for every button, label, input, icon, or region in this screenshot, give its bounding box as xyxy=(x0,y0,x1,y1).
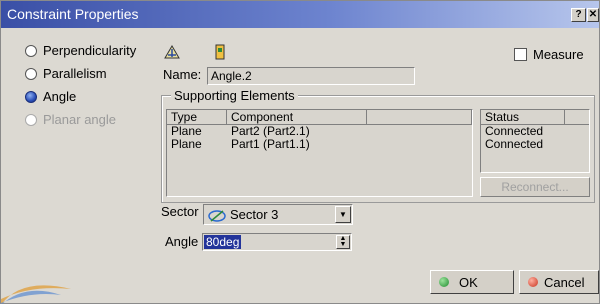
angle-value[interactable]: 80deg xyxy=(204,235,242,249)
title-bar[interactable]: Constraint Properties ? ✕ xyxy=(1,1,599,28)
constraint-axis-icon[interactable] xyxy=(163,43,181,61)
list-header: Type Component xyxy=(167,110,472,125)
status-list[interactable]: Status Connected Connected xyxy=(480,109,590,173)
radio-button-icon xyxy=(25,113,37,126)
cancel-label: Cancel xyxy=(544,274,585,290)
close-button[interactable]: ✕ xyxy=(587,8,599,22)
cell-component: Part1 (Part1.1) xyxy=(231,137,310,151)
ok-button[interactable]: OK xyxy=(430,270,514,294)
status-header: Status xyxy=(481,110,589,125)
radio-label: Planar angle xyxy=(43,112,116,127)
supporting-elements-list[interactable]: Type Component Plane Part2 (Part2.1) Pla… xyxy=(166,109,473,197)
name-field[interactable]: Angle.2 xyxy=(207,67,415,85)
radio-label: Angle xyxy=(43,89,77,104)
column-header-empty xyxy=(367,110,472,124)
sector-label: Sector xyxy=(161,204,199,219)
list-item[interactable]: Plane Part1 (Part1.1) xyxy=(167,138,472,151)
sector-icon xyxy=(208,209,226,222)
radio-button-icon[interactable] xyxy=(25,67,37,80)
ok-icon xyxy=(439,277,449,287)
column-header-component[interactable]: Component xyxy=(227,110,367,124)
measure-label: Measure xyxy=(533,47,584,62)
spin-arrows-icon[interactable]: ▲ ▼ xyxy=(336,235,350,249)
help-button[interactable]: ? xyxy=(571,8,586,22)
measure-checkbox[interactable]: Measure xyxy=(514,47,584,62)
list-item[interactable]: Plane Part2 (Part2.1) xyxy=(167,125,472,138)
window-title: Constraint Properties xyxy=(7,6,139,22)
radio-label: Parallelism xyxy=(43,66,107,81)
part-icon[interactable] xyxy=(213,43,227,61)
cell-type: Plane xyxy=(171,137,202,151)
cancel-icon xyxy=(528,277,538,287)
column-header-type[interactable]: Type xyxy=(167,110,227,124)
reconnect-button: Reconnect... xyxy=(480,177,590,197)
radio-button-icon[interactable] xyxy=(25,44,37,57)
sector-value: Sector 3 xyxy=(230,207,279,222)
radio-planar-angle: Planar angle xyxy=(25,112,116,127)
sector-dropdown[interactable]: Sector 3 ▼ xyxy=(203,204,353,225)
constraint-properties-dialog: Constraint Properties ? ✕ Perpendiculari… xyxy=(0,0,600,304)
chevron-down-icon[interactable]: ▼ xyxy=(335,206,351,223)
checkbox-icon[interactable] xyxy=(514,48,527,61)
ok-label: OK xyxy=(459,274,478,290)
angle-label: Angle xyxy=(165,234,199,249)
radio-parallelism[interactable]: Parallelism xyxy=(25,66,107,81)
radio-button-selected-icon[interactable] xyxy=(25,90,37,103)
logo-swoosh-icon xyxy=(1,285,71,304)
radio-label: Perpendicularity xyxy=(43,43,137,58)
radio-angle[interactable]: Angle xyxy=(25,89,76,104)
name-label: Name: xyxy=(163,67,202,82)
group-legend: Supporting Elements xyxy=(171,88,298,103)
cancel-button[interactable]: Cancel xyxy=(519,270,599,294)
radio-perpendicularity[interactable]: Perpendicularity xyxy=(25,43,136,58)
column-header-status[interactable]: Status xyxy=(485,110,565,124)
angle-spinner[interactable]: 80deg ▲ ▼ xyxy=(202,233,352,251)
status-item: Connected xyxy=(485,137,544,151)
